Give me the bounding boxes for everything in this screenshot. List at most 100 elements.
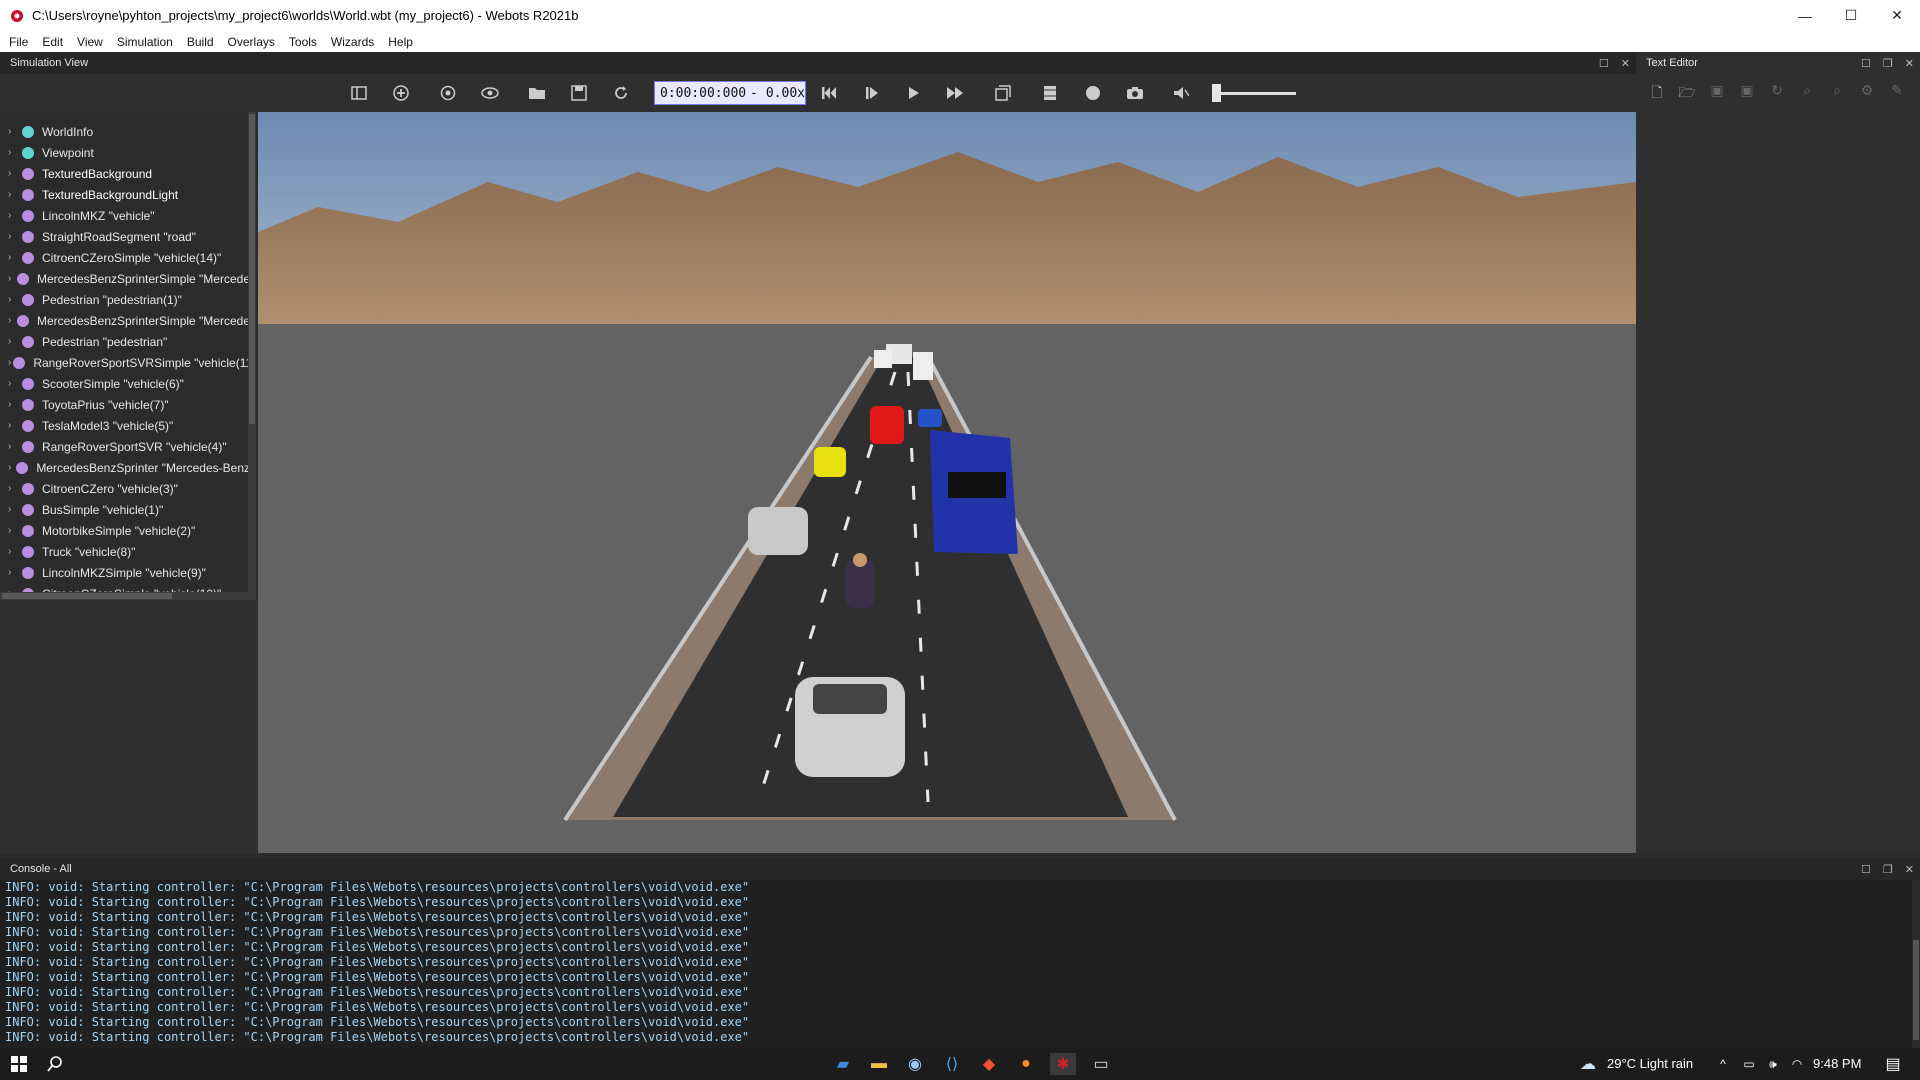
3d-viewport[interactable]: [258, 112, 1636, 853]
battery-icon[interactable]: ▭: [1736, 1053, 1762, 1075]
scene-tree-node[interactable]: › Pedestrian "pedestrian": [0, 331, 250, 352]
expand-chevron-icon[interactable]: ›: [8, 210, 20, 221]
search-icon[interactable]: [42, 1053, 68, 1075]
open-file-icon[interactable]: 🗁: [1676, 82, 1698, 108]
clock[interactable]: 9:48 PM: [1813, 1056, 1861, 1071]
menu-simulation[interactable]: Simulation: [110, 35, 180, 49]
open-world-icon[interactable]: [526, 82, 548, 104]
expand-chevron-icon[interactable]: ›: [8, 273, 15, 284]
expand-chevron-icon[interactable]: ›: [8, 546, 20, 557]
expand-chevron-icon[interactable]: ›: [8, 462, 14, 473]
expand-chevron-icon[interactable]: ›: [8, 231, 20, 242]
scene-tree-node[interactable]: › CitroenCZero "vehicle(3)": [0, 478, 250, 499]
minimize-button[interactable]: —: [1782, 0, 1828, 31]
panel-float-icon[interactable]: ❐: [1883, 863, 1893, 876]
revert-icon[interactable]: ↻: [1766, 82, 1788, 108]
maximize-button[interactable]: ☐: [1828, 0, 1874, 31]
scene-tree-node[interactable]: › RangeRoverSportSVRSimple "vehicle(11: [0, 352, 250, 373]
expand-chevron-icon[interactable]: ›: [8, 399, 20, 410]
scene-tree-node[interactable]: › TexturedBackgroundLight: [0, 184, 250, 205]
scene-tree-node[interactable]: › MercedesBenzSprinterSimple "Mercede: [0, 310, 250, 331]
git-icon[interactable]: ◆: [976, 1053, 1002, 1075]
reset-view-icon[interactable]: [437, 82, 459, 104]
menu-overlays[interactable]: Overlays: [221, 35, 282, 49]
scene-tree-node[interactable]: › ToyotaPrius "vehicle(7)": [0, 394, 250, 415]
start-windows-icon[interactable]: [6, 1053, 32, 1075]
menu-wizards[interactable]: Wizards: [324, 35, 381, 49]
vscode-icon[interactable]: ⟨⟩: [939, 1053, 965, 1075]
panel-maximize-icon[interactable]: ☐: [1861, 57, 1871, 70]
add-node-icon[interactable]: [390, 82, 412, 104]
wifi-icon[interactable]: ◠: [1784, 1053, 1810, 1075]
scene-tree-scrollbar[interactable]: [248, 112, 256, 600]
movie-record-icon[interactable]: [1039, 82, 1061, 104]
expand-chevron-icon[interactable]: ›: [8, 525, 20, 536]
panel-close-icon[interactable]: ✕: [1621, 57, 1630, 70]
expand-chevron-icon[interactable]: ›: [8, 189, 20, 200]
expand-chevron-icon[interactable]: ›: [8, 147, 20, 158]
reset-simulation-icon[interactable]: [818, 82, 840, 104]
expand-chevron-icon[interactable]: ›: [8, 168, 20, 179]
menu-file[interactable]: File: [2, 35, 35, 49]
close-window-button[interactable]: ✕: [1874, 0, 1920, 31]
screenshot-camera-icon[interactable]: [1124, 82, 1146, 104]
file-explorer-icon[interactable]: ▬: [866, 1053, 892, 1075]
panel-close-icon[interactable]: ✕: [1905, 863, 1914, 876]
mute-speaker-icon[interactable]: [1170, 82, 1192, 104]
toggle-scene-tree-icon[interactable]: [348, 82, 370, 104]
firefox-icon[interactable]: ●: [1013, 1053, 1039, 1075]
steam-icon[interactable]: ◉: [902, 1053, 928, 1075]
terminal-icon[interactable]: ▭: [1088, 1053, 1114, 1075]
scene-tree-node[interactable]: › Viewpoint: [0, 142, 250, 163]
scene-tree-node[interactable]: › MotorbikeSimple "vehicle(2)": [0, 520, 250, 541]
scene-tree-node[interactable]: › BusSimple "vehicle(1)": [0, 499, 250, 520]
scene-tree-node[interactable]: › MercedesBenzSprinter "Mercedes-Benz: [0, 457, 250, 478]
find-icon[interactable]: ⌕: [1796, 82, 1818, 108]
scene-tree-node[interactable]: › RangeRoverSportSVR "vehicle(4)": [0, 436, 250, 457]
view-eye-icon[interactable]: [479, 82, 501, 104]
scene-tree-node[interactable]: › Pedestrian "pedestrian(1)": [0, 289, 250, 310]
scene-tree-node[interactable]: › LincolnMKZSimple "vehicle(9)": [0, 562, 250, 583]
notifications-icon[interactable]: ▤: [1880, 1053, 1906, 1075]
scene-tree-node[interactable]: › TexturedBackground: [0, 163, 250, 184]
expand-chevron-icon[interactable]: ›: [8, 294, 20, 305]
expand-chevron-icon[interactable]: ›: [8, 420, 20, 431]
expand-chevron-icon[interactable]: ›: [8, 315, 15, 326]
menu-build[interactable]: Build: [180, 35, 221, 49]
render-toggle-icon[interactable]: [992, 82, 1014, 104]
volume-slider-handle[interactable]: [1212, 84, 1221, 102]
webots-taskbar-icon[interactable]: ✱: [1050, 1053, 1076, 1075]
build-gear-icon[interactable]: ⚙: [1856, 82, 1878, 108]
menu-tools[interactable]: Tools: [282, 35, 324, 49]
new-file-icon[interactable]: 🗋: [1646, 82, 1668, 108]
expand-chevron-icon[interactable]: ›: [8, 357, 11, 368]
scene-tree-node[interactable]: › TeslaModel3 "vehicle(5)": [0, 415, 250, 436]
panel-float-icon[interactable]: ☐: [1599, 57, 1609, 70]
expand-chevron-icon[interactable]: ›: [8, 126, 20, 137]
scene-tree-node[interactable]: › Truck "vehicle(8)": [0, 541, 250, 562]
expand-chevron-icon[interactable]: ›: [8, 441, 20, 452]
expand-chevron-icon[interactable]: ›: [8, 483, 20, 494]
scene-tree-node[interactable]: › WorldInfo: [0, 121, 250, 142]
fast-forward-icon[interactable]: [944, 82, 966, 104]
scene-tree-node[interactable]: › ScooterSimple "vehicle(6)": [0, 373, 250, 394]
replace-icon[interactable]: ⌕: [1826, 82, 1848, 108]
expand-chevron-icon[interactable]: ›: [8, 336, 20, 347]
expand-chevron-icon[interactable]: ›: [8, 567, 20, 578]
reload-world-icon[interactable]: [610, 82, 632, 104]
console-scrollbar[interactable]: [1912, 880, 1920, 1048]
panel-close-icon[interactable]: ✕: [1905, 57, 1914, 70]
scene-tree-node[interactable]: › CitroenCZeroSimple "vehicle(14)": [0, 247, 250, 268]
save-file-icon[interactable]: ▣: [1706, 82, 1728, 108]
expand-chevron-icon[interactable]: ›: [8, 252, 20, 263]
scene-tree-node[interactable]: › MercedesBenzSprinterSimple "Mercede: [0, 268, 250, 289]
volume-tray-icon[interactable]: 🕪: [1760, 1053, 1786, 1075]
menu-edit[interactable]: Edit: [35, 35, 70, 49]
weather-text[interactable]: 29°C Light rain: [1607, 1056, 1693, 1071]
scene-tree-node[interactable]: › LincolnMKZ "vehicle": [0, 205, 250, 226]
play-icon[interactable]: [903, 82, 925, 104]
volume-slider[interactable]: [1212, 92, 1296, 95]
save-world-icon[interactable]: [568, 82, 590, 104]
menu-help[interactable]: Help: [381, 35, 420, 49]
scene-tree-node[interactable]: › StraightRoadSegment "road": [0, 226, 250, 247]
